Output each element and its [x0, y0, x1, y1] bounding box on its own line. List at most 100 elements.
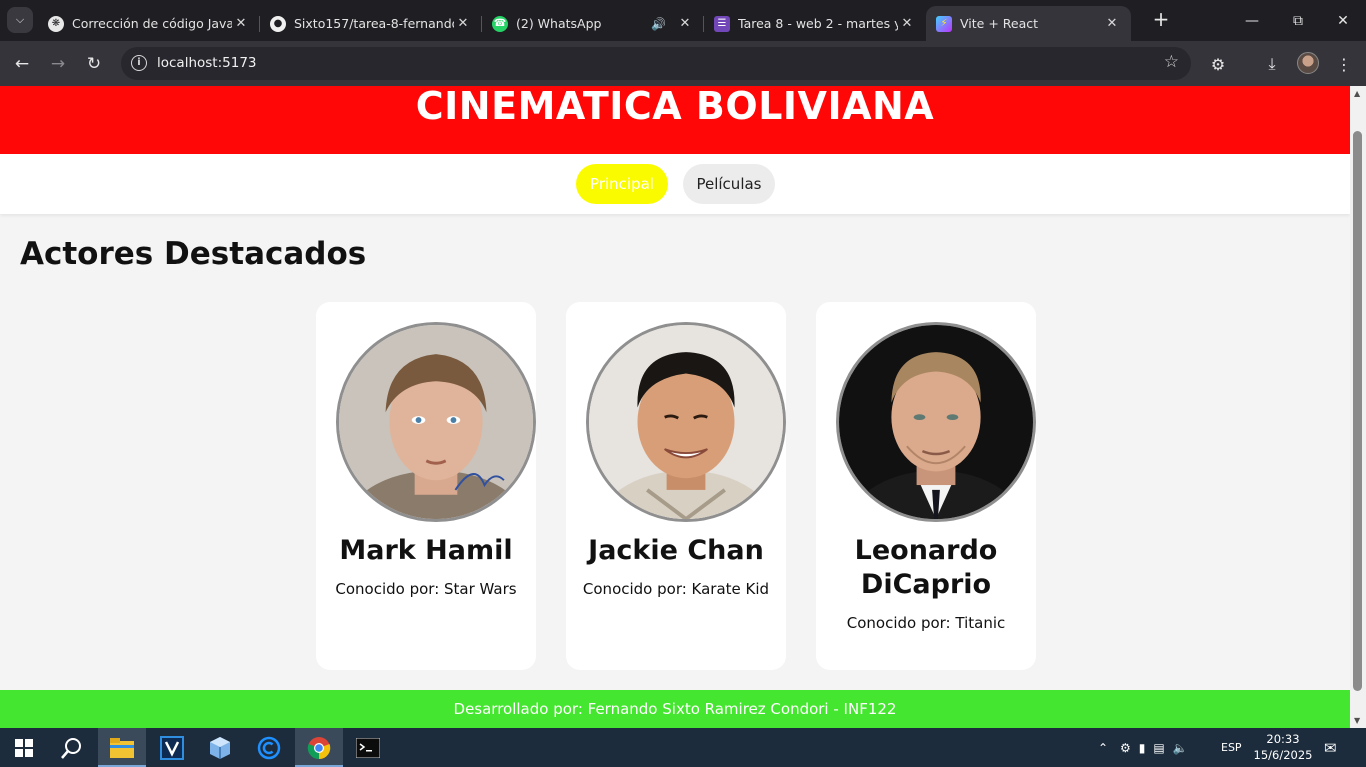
section-title: Actores Destacados: [20, 236, 367, 272]
terminal-button[interactable]: [344, 728, 392, 767]
scrollbar-thumb[interactable]: [1353, 131, 1362, 691]
minimize-button[interactable]: —: [1229, 0, 1275, 41]
github-icon: ●: [270, 15, 286, 32]
browser-toolbar: ← → ↻ i localhost:5173 ☆ ⚙ ⤓ ⋮: [0, 41, 1366, 86]
close-icon[interactable]: ✕: [232, 16, 250, 31]
cube-icon: [210, 736, 230, 759]
chevron-down-icon: ⌵: [15, 13, 25, 26]
page-title: CINEMATICA BOLIVIANA: [415, 86, 935, 128]
copilot-app-button[interactable]: [245, 728, 293, 767]
reload-button[interactable]: ↻: [80, 50, 108, 78]
scroll-down-icon[interactable]: ▼: [1354, 716, 1360, 725]
close-window-button[interactable]: ✕: [1320, 0, 1366, 41]
site-footer: Desarrollado por: Fernando Sixto Ramirez…: [0, 690, 1350, 728]
actor-photo: [336, 322, 536, 522]
search-icon: [61, 737, 81, 759]
web-page: CINEMATICA BOLIVIANA Principal Películas…: [0, 86, 1350, 728]
actor-photo-illustration: [839, 325, 1033, 519]
extensions-icon[interactable]: ⚙: [1204, 50, 1232, 78]
tab-title: Corrección de código Java: [72, 16, 232, 31]
bookmark-star-icon[interactable]: ☆: [1164, 52, 1179, 72]
actor-known-for: Conocido por: Star Wars: [335, 580, 517, 598]
visualg-icon: [160, 735, 184, 760]
browser-tab-strip: ⌵ ❋ Corrección de código Java ✕ ● Sixto1…: [0, 0, 1366, 41]
tab-title: Tarea 8 - web 2 - martes y ju: [738, 16, 898, 31]
battery-icon[interactable]: ▮: [1139, 741, 1146, 755]
chevron-up-icon: ⌃: [1098, 740, 1109, 755]
forms-icon: ☰: [714, 15, 730, 32]
speaker-icon[interactable]: 🔊: [651, 17, 666, 31]
search-button[interactable]: [48, 728, 96, 767]
volume-icon[interactable]: 🔈: [1173, 741, 1188, 755]
actor-photo-illustration: [339, 325, 533, 519]
actor-card: Mark Hamil Conocido por: Star Wars: [316, 302, 536, 670]
language-indicator[interactable]: ESP: [1221, 728, 1242, 767]
vite-icon: ⚡: [936, 15, 952, 32]
chrome-button[interactable]: [295, 728, 343, 767]
url-text: localhost:5173: [157, 55, 257, 71]
page-scrollbar[interactable]: ▲ ▼: [1350, 86, 1366, 728]
forward-button[interactable]: →: [44, 50, 72, 78]
windows-taskbar: ⌃ ⚙ ▮ ▤ 🔈 ESP 20:33 15/6/2025 ✉: [0, 728, 1366, 767]
close-icon[interactable]: ✕: [898, 16, 916, 31]
actor-name: Jackie Chan: [588, 535, 764, 566]
restore-button[interactable]: ⧉: [1275, 0, 1321, 41]
c-circle-icon: [257, 736, 281, 759]
download-icon[interactable]: ⤓: [1258, 50, 1286, 78]
actor-name: Mark Hamil: [339, 535, 513, 566]
new-tab-button[interactable]: +: [1150, 9, 1172, 31]
virtualbox-button[interactable]: [196, 728, 244, 767]
actor-known-for: Conocido por: Titanic: [846, 614, 1006, 632]
tab-list: ❋ Corrección de código Java ✕ ● Sixto157…: [38, 6, 1131, 41]
back-button[interactable]: ←: [8, 50, 36, 78]
site-info-icon[interactable]: i: [131, 55, 147, 71]
update-icon[interactable]: ⚙: [1120, 741, 1131, 755]
clock-time: 20:33: [1266, 732, 1300, 746]
tab-title: Sixto157/tarea-8-fernando-s: [294, 16, 454, 31]
actor-photo: [586, 322, 786, 522]
actor-photo: [836, 322, 1036, 522]
tab-search-button[interactable]: ⌵: [7, 7, 33, 33]
actor-known-for: Conocido por: Karate Kid: [582, 580, 770, 598]
start-button[interactable]: [0, 728, 48, 767]
visualg-button[interactable]: [148, 728, 196, 767]
tab-title: Vite + React: [960, 16, 1039, 31]
chrome-icon: [307, 736, 331, 759]
arrow-right-icon: →: [50, 54, 66, 74]
system-clock[interactable]: 20:33 15/6/2025: [1248, 731, 1318, 763]
address-bar[interactable]: i localhost:5173 ☆: [121, 47, 1191, 80]
tab-title: (2) WhatsApp: [516, 16, 602, 31]
site-header: CINEMATICA BOLIVIANA: [0, 86, 1350, 154]
nav-peliculas-button[interactable]: Películas: [683, 164, 775, 204]
close-icon[interactable]: ✕: [454, 16, 472, 31]
tab-3[interactable]: ☎ (2) WhatsApp 🔊 ✕: [482, 6, 704, 41]
profile-avatar[interactable]: [1297, 52, 1319, 74]
windows-icon: [15, 738, 33, 757]
chatgpt-icon: ❋: [48, 15, 64, 32]
tab-5[interactable]: ⚡ Vite + React ✕: [926, 6, 1131, 41]
tray-icons: ⚙ ▮ ▤ 🔈: [1120, 728, 1188, 767]
actor-photo-illustration: [589, 325, 783, 519]
tab-1[interactable]: ❋ Corrección de código Java ✕: [38, 6, 260, 41]
notifications-icon[interactable]: ✉: [1324, 728, 1337, 767]
nav-principal-button[interactable]: Principal: [576, 164, 668, 204]
menu-icon[interactable]: ⋮: [1330, 50, 1358, 78]
close-icon[interactable]: ✕: [676, 16, 694, 31]
arrow-left-icon: ←: [14, 54, 30, 74]
tab-4[interactable]: ☰ Tarea 8 - web 2 - martes y ju ✕: [704, 6, 926, 41]
clock-date: 15/6/2025: [1253, 748, 1313, 762]
folder-icon: [110, 737, 134, 758]
show-hidden-icons[interactable]: ⌃: [1098, 728, 1108, 767]
actor-card: Leonardo DiCaprio Conocido por: Titanic: [816, 302, 1036, 670]
network-icon[interactable]: ▤: [1153, 741, 1164, 755]
terminal-icon: [356, 737, 380, 758]
tab-2[interactable]: ● Sixto157/tarea-8-fernando-s ✕: [260, 6, 482, 41]
scroll-up-icon[interactable]: ▲: [1354, 89, 1360, 98]
file-explorer-button[interactable]: [98, 728, 146, 767]
actor-name: Leonardo DiCaprio: [854, 535, 998, 600]
close-icon[interactable]: ✕: [1103, 16, 1121, 31]
whatsapp-icon: ☎: [492, 15, 508, 32]
site-nav: Principal Películas: [0, 154, 1350, 214]
reload-icon: ↻: [86, 54, 102, 74]
actor-card: Jackie Chan Conocido por: Karate Kid: [566, 302, 786, 670]
